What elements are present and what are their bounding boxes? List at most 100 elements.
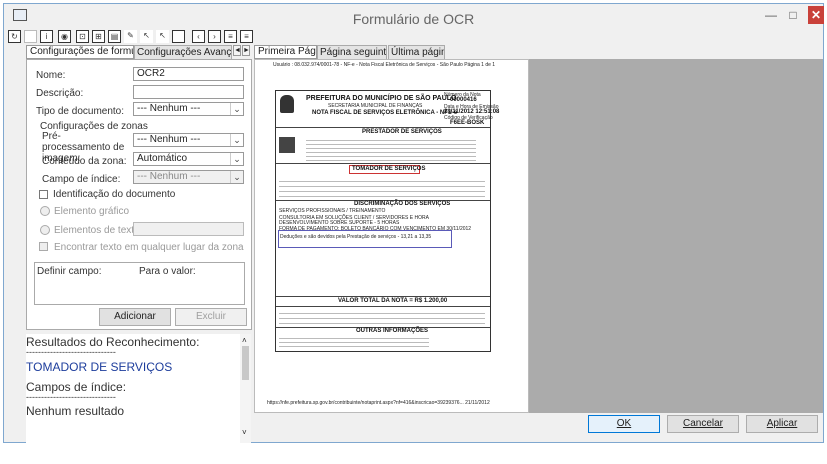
results-scrollbar[interactable]: ˄ ˅ <box>240 334 251 443</box>
doc-codigo: F6EE-BOSK <box>450 120 485 126</box>
window-title: Formulário de OCR <box>352 11 475 27</box>
doc-nota: NOTA FISCAL DE SERVIÇOS ELETRÔNICA - NFS… <box>312 110 458 116</box>
tab-advanced-settings[interactable]: Configurações Avançadas <box>134 45 232 59</box>
prestador-details <box>306 137 476 161</box>
definir-campo-header: Definir campo: <box>37 266 102 277</box>
elemento-grafico-radio[interactable] <box>40 206 50 216</box>
campo-indice-label: Campo de índice: <box>42 174 121 185</box>
aplicar-button[interactable]: Aplicar <box>746 415 818 433</box>
prev-page-icon[interactable]: ‹ <box>192 30 205 43</box>
identificacao-checkbox[interactable] <box>39 190 48 199</box>
rectangle-icon[interactable] <box>172 30 185 43</box>
excluir-button[interactable]: Excluir <box>175 308 247 326</box>
nfse-document: PREFEITURA DO MUNICÍPIO DE SÃO PAULO SEC… <box>275 90 499 352</box>
pointer2-icon[interactable]: ↖ <box>156 30 169 43</box>
zone-icon[interactable]: ✎ <box>124 30 137 43</box>
preproc-select[interactable]: --- Nenhum --- ⌄ <box>133 133 244 147</box>
maximize-button[interactable]: □ <box>784 6 802 24</box>
company-logo <box>279 137 295 153</box>
results-separator-2: ------------------------------ <box>26 392 116 402</box>
doc-outras: OUTRAS INFORMAÇÕES <box>356 328 428 334</box>
zoom-icon[interactable]: ⊞ <box>92 30 105 43</box>
pointer-icon[interactable]: ↖ <box>140 30 153 43</box>
document-page: Usuário : 08.032.974/0001-78 - NF-e - No… <box>261 60 505 412</box>
descricao-input[interactable] <box>133 85 244 99</box>
ocr-form-window: Formulário de OCR — □ ✕ ↻ i ◉ ⊡ ⊞ ▤ ✎ ↖ … <box>3 3 824 443</box>
page2-icon[interactable]: ≡ <box>240 30 253 43</box>
tipo-documento-value: --- Nenhum --- <box>137 103 201 114</box>
preview-icon[interactable]: ◉ <box>58 30 71 43</box>
conteudo-value: Automático <box>137 153 188 164</box>
scroll-up-icon[interactable]: ˄ <box>242 336 247 345</box>
results-separator: ------------------------------ <box>26 347 116 357</box>
info-icon[interactable]: i <box>40 30 53 43</box>
aplicar-label: Aplicar <box>766 418 798 429</box>
doc-servicos-5: Deduções e são devidos pela Prestação de… <box>280 234 432 240</box>
elemento-grafico-label: Elemento gráfico <box>54 206 130 217</box>
doc-secretaria: SECRETARIA MUNICIPAL DE FINANÇAS <box>328 103 423 109</box>
ok-label: OK <box>616 418 632 429</box>
servicos-zone-box[interactable]: Deduções e são devidos pela Prestação de… <box>278 230 452 248</box>
tab-primeira-pagina[interactable]: Primeira Página <box>254 45 317 59</box>
doc-servicos-1: SERVIÇOS PROFISSIONAIS / TREINAMENTO <box>279 208 386 214</box>
tipo-documento-label: Tipo de documento: <box>36 106 125 117</box>
para-valor-header: Para o valor: <box>139 266 196 277</box>
preview-background <box>529 59 823 413</box>
document-preview[interactable]: Usuário : 08.032.974/0001-78 - NF-e - No… <box>254 59 529 413</box>
settings-tabs: Configurações de formulário Configuraçõe… <box>26 45 252 59</box>
select-icon[interactable]: ▤ <box>108 30 121 43</box>
conteudo-select[interactable]: Automático ⌄ <box>133 152 244 166</box>
tab-scroll-left-icon[interactable]: ◄ <box>233 45 241 56</box>
nome-label: Nome: <box>36 70 66 81</box>
preview-tabs: Primeira Página Página seguintes Última … <box>254 45 529 59</box>
doc-prestador: PRESTADOR DE SERVIÇOS <box>362 129 442 135</box>
field-mapping-list[interactable]: Definir campo: Para o valor: <box>34 262 245 305</box>
close-button[interactable]: ✕ <box>808 6 824 24</box>
fit-icon[interactable]: ⊡ <box>76 30 89 43</box>
campo-indice-select[interactable]: --- Nenhum --- ⌄ <box>133 170 244 184</box>
chevron-down-icon: ⌄ <box>230 153 243 165</box>
elementos-texto-radio[interactable] <box>40 225 50 235</box>
doc-discriminacao: DISCRIMINAÇÃO DOS SERVIÇOS <box>354 201 451 207</box>
scroll-down-icon[interactable]: ˅ <box>242 428 247 437</box>
tomador-zone-box[interactable]: TOMADOR DE SERVIÇOS <box>349 165 425 174</box>
tab-scroll-right-icon[interactable]: ► <box>242 45 250 56</box>
doc-divider <box>276 127 490 128</box>
page-icon[interactable]: ≡ <box>224 30 237 43</box>
recognition-results[interactable]: Resultados do Reconhecimento: ----------… <box>26 334 251 443</box>
campo-indice-value: --- Nenhum --- <box>137 171 201 182</box>
doc-header-line: Usuário : 08.032.974/0001-78 - NF-e - No… <box>273 62 496 68</box>
nome-input[interactable]: OCR2 <box>133 67 244 81</box>
coat-of-arms-icon <box>280 95 294 113</box>
preproc-value: --- Nenhum --- <box>137 134 201 145</box>
refresh-icon[interactable]: ↻ <box>8 30 21 43</box>
adicionar-button[interactable]: Adicionar <box>99 308 171 326</box>
tab-ultima-pagina[interactable]: Última página <box>388 45 445 59</box>
toolbar: ↻ i ◉ ⊡ ⊞ ▤ ✎ ↖ ↖ ‹ › ≡ ≡ <box>4 30 823 44</box>
tipo-documento-select[interactable]: --- Nenhum --- ⌄ <box>133 102 244 116</box>
doc-numero: 00000416 <box>450 97 477 103</box>
elementos-texto-label: Elementos de texto: <box>54 225 143 236</box>
encontrar-texto-checkbox[interactable] <box>39 242 48 251</box>
ok-button[interactable]: OK <box>588 415 660 433</box>
tab-form-settings[interactable]: Configurações de formulário <box>26 45 134 59</box>
doc-divider <box>276 306 490 307</box>
title-bar: Formulário de OCR — □ ✕ <box>4 4 824 30</box>
doc-footer-url: https://nfe.prefeitura.sp.gov.br/contrib… <box>267 400 490 406</box>
form-settings-panel: Nome: OCR2 Descrição: Tipo de documento:… <box>26 59 252 330</box>
cancelar-button[interactable]: Cancelar <box>667 415 739 433</box>
elementos-texto-input[interactable] <box>133 222 244 236</box>
chevron-down-icon: ⌄ <box>230 134 243 146</box>
next-page-icon[interactable]: › <box>208 30 221 43</box>
conteudo-label: Conteúdo da zona: <box>42 156 127 167</box>
doc-divider <box>276 163 490 164</box>
tomador-details <box>279 177 485 199</box>
minimize-button[interactable]: — <box>762 6 780 24</box>
doc-divider <box>276 296 490 297</box>
doc-tomador: TOMADOR DE SERVIÇOS <box>352 166 426 172</box>
tab-paginas-seguintes[interactable]: Página seguintes <box>317 45 387 59</box>
left-panel: Configurações de formulário Configuraçõe… <box>4 45 252 443</box>
nenhum-resultado: Nenhum resultado <box>26 404 125 418</box>
open-icon[interactable] <box>24 30 37 43</box>
scroll-thumb[interactable] <box>242 346 249 380</box>
